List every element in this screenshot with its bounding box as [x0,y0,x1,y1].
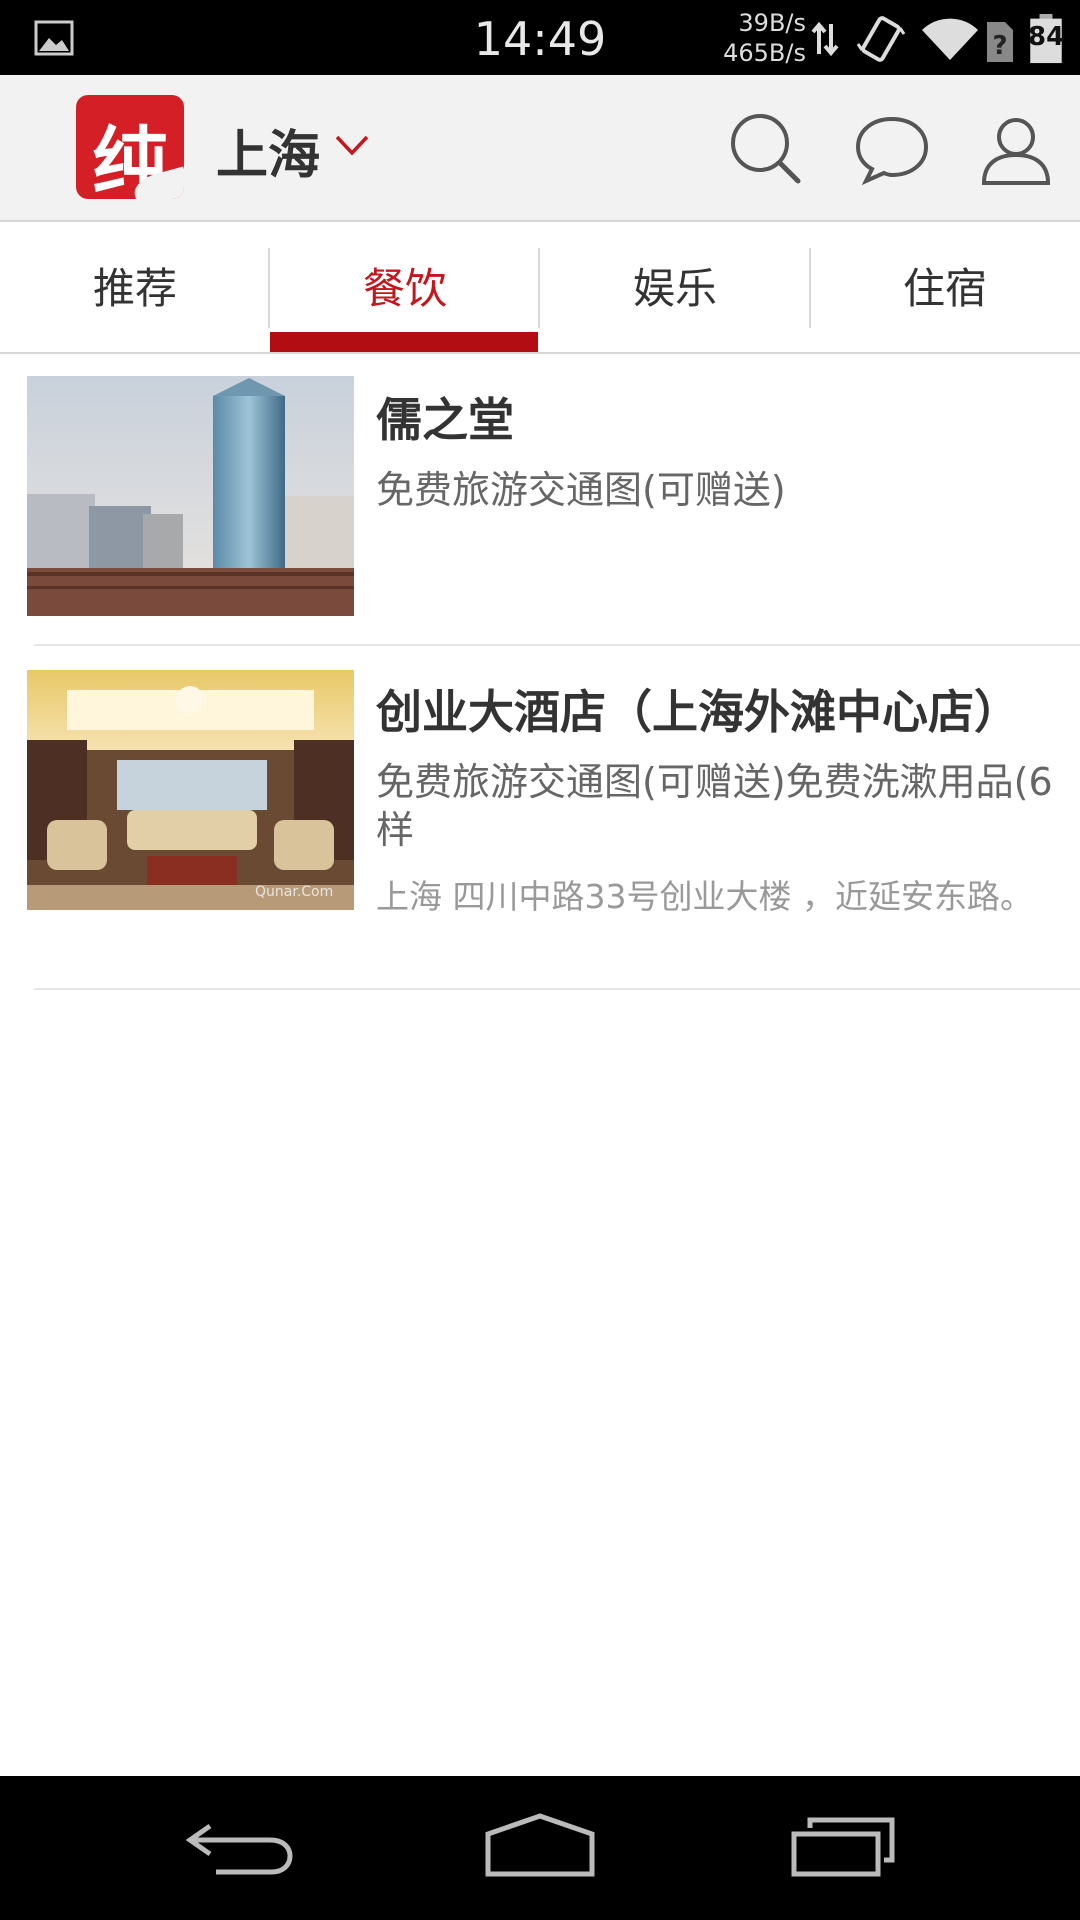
chevron-down-icon[interactable] [334,133,370,157]
message-icon[interactable] [854,111,930,187]
navigation-bar [0,1776,1080,1920]
battery-level: 84 [1028,22,1065,52]
no-sim-icon: ? [987,22,1013,62]
item-title: 儒之堂 [376,393,514,447]
image-watermark: Qunar.Com [255,884,334,900]
app-logo[interactable]: 纯 [76,95,184,199]
item-title: 创业大酒店（上海外滩中心店） [376,685,1020,739]
user-icon[interactable] [978,111,1054,187]
list-item[interactable]: 儒之堂 免费旅游交通图(可赠送) [0,354,1080,646]
tab-entertainment[interactable]: 娱乐 [540,222,810,354]
wifi-icon [922,18,978,60]
recent-apps-icon[interactable] [780,1810,900,1886]
search-icon[interactable] [728,111,804,187]
app-bar: 纯 上海 [0,75,1080,222]
item-address: 上海 四川中路33号创业大楼 ，近延安东路。 [376,877,1033,916]
item-thumbnail [27,376,354,616]
category-tabs: 推荐 餐饮 娱乐 住宿 [0,222,1080,354]
list-divider [34,988,1080,990]
list-item[interactable]: Qunar.Com 创业大酒店（上海外滩中心店） 免费旅游交通图(可赠送)免费洗… [0,646,1080,990]
download-speed: 465B/s [723,39,806,67]
svg-text:?: ? [992,31,1007,61]
item-description: 免费旅游交通图(可赠送)免费洗漱用品(6样 [376,760,1053,852]
vibrate-icon [856,16,906,62]
item-thumbnail [27,670,354,910]
data-arrows-icon [811,21,839,57]
tab-recommend[interactable]: 推荐 [0,222,270,354]
city-selector[interactable]: 上海 [216,113,320,188]
back-icon[interactable] [180,1810,300,1886]
network-speed: 39B/s 465B/s [714,8,806,68]
active-tab-indicator [270,332,538,352]
tab-lodging[interactable]: 住宿 [810,222,1080,354]
home-icon[interactable] [480,1810,600,1886]
upload-speed: 39B/s [738,9,806,37]
item-description: 免费旅游交通图(可赠送) [376,468,786,512]
status-bar: 14:49 39B/s 465B/s ? 84 [0,0,1080,75]
clock: 14:49 [473,12,607,66]
